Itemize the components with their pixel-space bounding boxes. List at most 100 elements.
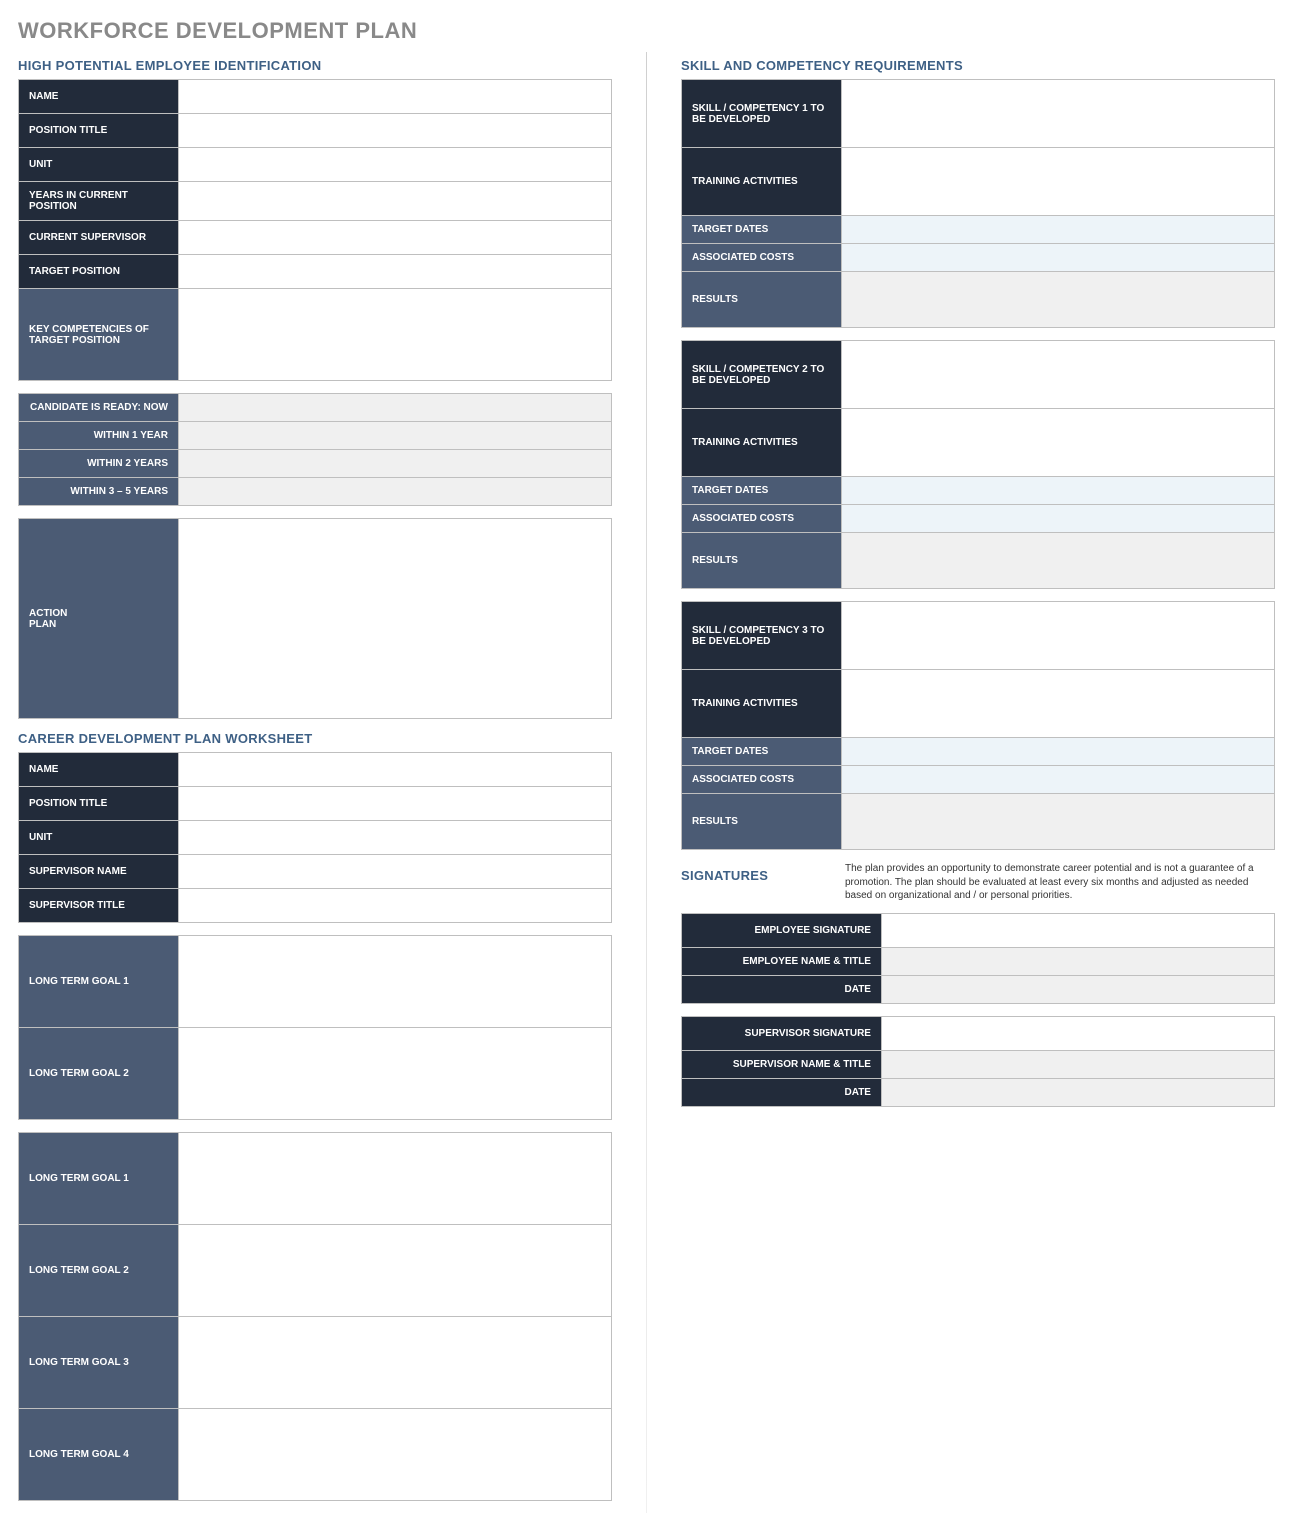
scr1-training-label: TRAINING ACTIVITIES xyxy=(681,148,841,216)
ltg1b-input[interactable] xyxy=(179,1133,612,1225)
hp-target-input[interactable] xyxy=(179,255,612,289)
sig-supervisor-table: SUPERVISOR SIGNATURE SUPERVISOR NAME & T… xyxy=(681,1016,1275,1107)
cdp-suptitle-label: SUPERVISOR TITLE xyxy=(19,889,179,923)
hp-unit-label: UNIT xyxy=(19,148,179,182)
scr1-training-input[interactable] xyxy=(841,148,1274,216)
scr1-skill-input[interactable] xyxy=(841,80,1274,148)
supname-input[interactable] xyxy=(881,1050,1274,1078)
ready-now-label: CANDIDATE IS READY: NOW xyxy=(19,394,179,422)
ready-1-input[interactable] xyxy=(179,422,612,450)
scr2-training-label: TRAINING ACTIVITIES xyxy=(681,409,841,477)
cdp-ltgoals-a: LONG TERM GOAL 1 LONG TERM GOAL 2 xyxy=(18,935,612,1120)
hp-target-label: TARGET POSITION xyxy=(19,255,179,289)
scr2-costs-input[interactable] xyxy=(841,505,1274,533)
cdp-name-label: NAME xyxy=(19,753,179,787)
scr2-training-input[interactable] xyxy=(841,409,1274,477)
scr2-costs-label: ASSOCIATED COSTS xyxy=(681,505,841,533)
empname-input[interactable] xyxy=(881,947,1274,975)
ltg2a-input[interactable] xyxy=(179,1028,612,1120)
scr3-skill-input[interactable] xyxy=(841,602,1274,670)
scr2-dates-input[interactable] xyxy=(841,477,1274,505)
ltg2b-input[interactable] xyxy=(179,1225,612,1317)
cdp-suptitle-input[interactable] xyxy=(179,889,612,923)
scr3-training-input[interactable] xyxy=(841,670,1274,738)
scr-block-2: SKILL / COMPETENCY 2 TO BE DEVELOPED TRA… xyxy=(681,340,1275,589)
scr3-costs-label: ASSOCIATED COSTS xyxy=(681,766,841,794)
hp-action-table: ACTION PLAN xyxy=(18,518,612,719)
hp-readiness-table: CANDIDATE IS READY: NOW WITHIN 1 YEAR WI… xyxy=(18,393,612,506)
action-plan-label: ACTION PLAN xyxy=(19,519,179,719)
hp-heading: HIGH POTENTIAL EMPLOYEE IDENTIFICATION xyxy=(18,58,612,73)
hp-identity-table: NAME POSITION TITLE UNIT YEARS IN CURREN… xyxy=(18,79,612,381)
supsig-input[interactable] xyxy=(881,1016,1274,1050)
ready-now-input[interactable] xyxy=(179,394,612,422)
hp-years-input[interactable] xyxy=(179,182,612,221)
cdp-position-input[interactable] xyxy=(179,787,612,821)
ltg2b-label: LONG TERM GOAL 2 xyxy=(19,1225,179,1317)
scr3-costs-input[interactable] xyxy=(841,766,1274,794)
cdp-ltgoals-b: LONG TERM GOAL 1 LONG TERM GOAL 2 LONG T… xyxy=(18,1132,612,1501)
supdate-input[interactable] xyxy=(881,1078,1274,1106)
scr-heading: SKILL AND COMPETENCY REQUIREMENTS xyxy=(681,58,1275,73)
empdate-input[interactable] xyxy=(881,975,1274,1003)
ltg1a-label: LONG TERM GOAL 1 xyxy=(19,936,179,1028)
empsig-input[interactable] xyxy=(881,913,1274,947)
supsig-label: SUPERVISOR SIGNATURE xyxy=(681,1016,881,1050)
scr-block-3: SKILL / COMPETENCY 3 TO BE DEVELOPED TRA… xyxy=(681,601,1275,850)
scr2-skill-label: SKILL / COMPETENCY 2 TO BE DEVELOPED xyxy=(681,341,841,409)
scr1-results-input[interactable] xyxy=(841,272,1274,328)
scr2-results-label: RESULTS xyxy=(681,533,841,589)
hp-name-label: NAME xyxy=(19,80,179,114)
empdate-label: DATE xyxy=(681,975,881,1003)
hp-supervisor-input[interactable] xyxy=(179,221,612,255)
cdp-heading: CAREER DEVELOPMENT PLAN WORKSHEET xyxy=(18,731,612,746)
sig-note: The plan provides an opportunity to demo… xyxy=(845,862,1275,903)
scr3-results-input[interactable] xyxy=(841,794,1274,850)
scr2-dates-label: TARGET DATES xyxy=(681,477,841,505)
hp-unit-input[interactable] xyxy=(179,148,612,182)
hp-name-input[interactable] xyxy=(179,80,612,114)
scr3-results-label: RESULTS xyxy=(681,794,841,850)
two-column-layout: HIGH POTENTIAL EMPLOYEE IDENTIFICATION N… xyxy=(18,52,1275,1513)
hp-keycomp-label: KEY COMPETENCIES OF TARGET POSITION xyxy=(19,289,179,381)
scr3-dates-label: TARGET DATES xyxy=(681,738,841,766)
empname-label: EMPLOYEE NAME & TITLE xyxy=(681,947,881,975)
cdp-position-label: POSITION TITLE xyxy=(19,787,179,821)
hp-position-label: POSITION TITLE xyxy=(19,114,179,148)
ltg1a-input[interactable] xyxy=(179,936,612,1028)
cdp-unit-input[interactable] xyxy=(179,821,612,855)
ready-35-label: WITHIN 3 – 5 YEARS xyxy=(19,478,179,506)
ready-2-label: WITHIN 2 YEARS xyxy=(19,450,179,478)
ltg3-label: LONG TERM GOAL 3 xyxy=(19,1317,179,1409)
scr1-costs-input[interactable] xyxy=(841,244,1274,272)
scr1-skill-label: SKILL / COMPETENCY 1 TO BE DEVELOPED xyxy=(681,80,841,148)
ltg2a-label: LONG TERM GOAL 2 xyxy=(19,1028,179,1120)
hp-keycomp-input[interactable] xyxy=(179,289,612,381)
scr2-skill-input[interactable] xyxy=(841,341,1274,409)
scr3-skill-label: SKILL / COMPETENCY 3 TO BE DEVELOPED xyxy=(681,602,841,670)
scr2-results-input[interactable] xyxy=(841,533,1274,589)
scr1-dates-input[interactable] xyxy=(841,216,1274,244)
ready-35-input[interactable] xyxy=(179,478,612,506)
scr-block-1: SKILL / COMPETENCY 1 TO BE DEVELOPED TRA… xyxy=(681,79,1275,328)
left-column: HIGH POTENTIAL EMPLOYEE IDENTIFICATION N… xyxy=(18,52,612,1513)
hp-years-label: YEARS IN CURRENT POSITION xyxy=(19,182,179,221)
ltg4-input[interactable] xyxy=(179,1409,612,1501)
ready-1-label: WITHIN 1 YEAR xyxy=(19,422,179,450)
cdp-unit-label: UNIT xyxy=(19,821,179,855)
page-title: WORKFORCE DEVELOPMENT PLAN xyxy=(18,18,1275,44)
cdp-supname-label: SUPERVISOR NAME xyxy=(19,855,179,889)
supname-label: SUPERVISOR NAME & TITLE xyxy=(681,1050,881,1078)
ready-2-input[interactable] xyxy=(179,450,612,478)
cdp-supname-input[interactable] xyxy=(179,855,612,889)
action-plan-input[interactable] xyxy=(179,519,612,719)
hp-supervisor-label: CURRENT SUPERVISOR xyxy=(19,221,179,255)
right-column: SKILL AND COMPETENCY REQUIREMENTS SKILL … xyxy=(681,52,1275,1513)
column-divider xyxy=(646,52,647,1513)
cdp-name-input[interactable] xyxy=(179,753,612,787)
ltg3-input[interactable] xyxy=(179,1317,612,1409)
hp-position-input[interactable] xyxy=(179,114,612,148)
sig-heading: SIGNATURES xyxy=(681,868,831,883)
scr3-dates-input[interactable] xyxy=(841,738,1274,766)
scr1-dates-label: TARGET DATES xyxy=(681,216,841,244)
